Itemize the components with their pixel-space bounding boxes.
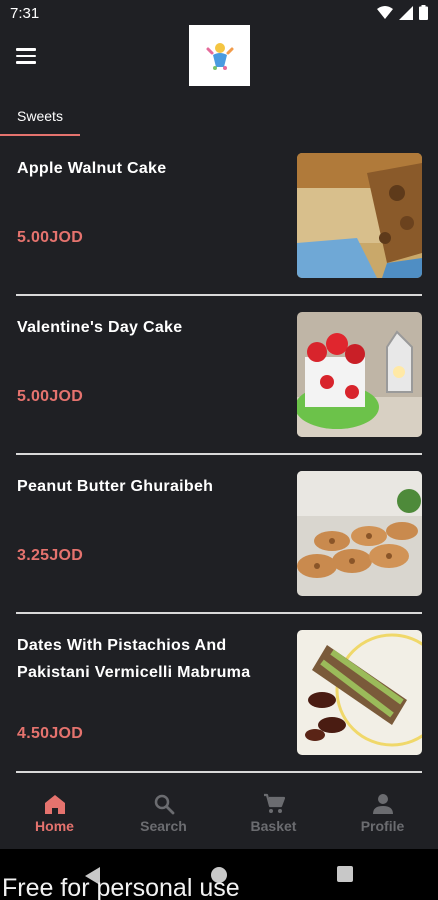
hamburger-menu-icon[interactable]: [10, 40, 42, 72]
divider: [16, 612, 422, 614]
system-navigation-bar: Free for personal use: [0, 849, 438, 900]
status-icons: [377, 5, 428, 20]
tab-indicator: [0, 134, 80, 136]
nav-search[interactable]: Search: [109, 778, 218, 849]
list-item[interactable]: Valentine's Day Cake 5.00JOD: [16, 312, 422, 454]
nav-profile[interactable]: Profile: [328, 778, 437, 849]
battery-icon: [419, 5, 428, 20]
divider: [16, 294, 422, 296]
status-time: 7:31: [10, 5, 40, 22]
item-name: Dates With Pistachios And Pakistani Verm…: [17, 637, 251, 681]
divider: [16, 453, 422, 455]
tab-sweets[interactable]: Sweets: [0, 94, 80, 138]
product-list[interactable]: Apple Walnut Cake 5.00JOD Valentine's Da…: [0, 138, 438, 778]
bottom-navigation: Home Search Basket Profile: [0, 778, 438, 849]
list-item[interactable]: Peanut Butter Ghuraibeh 3.25JOD: [16, 471, 422, 613]
item-name: Apple Walnut Cake: [17, 160, 167, 177]
status-bar: 7:31: [0, 0, 438, 28]
nav-basket[interactable]: Basket: [219, 778, 328, 849]
wifi-icon: [377, 6, 393, 19]
logo-figure-icon: [206, 42, 233, 70]
nav-label: Home: [35, 818, 74, 834]
item-price: 3.25JOD: [17, 547, 84, 564]
item-price: 4.50JOD: [17, 725, 84, 742]
nav-label: Basket: [250, 818, 297, 834]
recent-apps-icon[interactable]: [337, 866, 353, 882]
item-name: Valentine's Day Cake: [17, 319, 183, 336]
signal-icon: [399, 5, 413, 20]
nav-home[interactable]: Home: [0, 778, 109, 849]
list-item[interactable]: Apple Walnut Cake 5.00JOD: [16, 153, 422, 295]
search-icon: [154, 794, 174, 815]
peanut-butter-ghuraibeh-photo: [297, 471, 422, 596]
nav-label: Search: [140, 818, 187, 834]
sweets-logo: [189, 25, 250, 86]
nav-label: Profile: [360, 818, 405, 834]
item-price: 5.00JOD: [17, 229, 84, 246]
cart-icon: [263, 793, 285, 813]
profile-icon: [372, 794, 393, 814]
item-name: Peanut Butter Ghuraibeh: [17, 478, 214, 495]
app-bar: [0, 25, 438, 94]
item-price: 5.00JOD: [17, 388, 84, 405]
home-icon: [44, 795, 65, 814]
watermark-text: Free for personal use: [2, 874, 240, 900]
list-item[interactable]: Dates With Pistachios And Pakistani Verm…: [16, 630, 422, 772]
app-screen: 7:31 Sweets Apple Walnut Cake 5.00JOD Va…: [0, 0, 438, 900]
dates-pistachio-mabruma-photo: [297, 630, 422, 755]
divider: [16, 771, 422, 773]
valentines-day-cake-photo: [297, 312, 422, 437]
apple-walnut-cake-photo: [297, 153, 422, 278]
tab-label: Sweets: [17, 108, 63, 124]
category-tabs: Sweets: [0, 94, 438, 138]
